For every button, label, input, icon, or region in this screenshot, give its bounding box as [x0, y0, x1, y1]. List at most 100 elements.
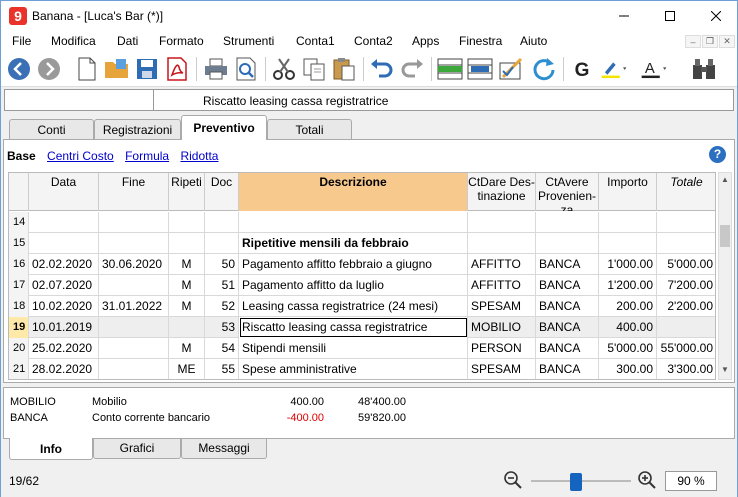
cell-descrizione[interactable]: Pagamento affitto da luglio — [239, 275, 468, 296]
tab-preventivo[interactable]: Preventivo — [181, 115, 267, 140]
cell-data[interactable]: 25.02.2020 — [29, 338, 99, 359]
scroll-up-icon[interactable]: ▲ — [720, 175, 730, 187]
cell-ctavere[interactable]: BANCA — [536, 254, 599, 275]
cell-data[interactable]: 28.02.2020 — [29, 359, 99, 379]
header-doc[interactable]: Doc — [205, 173, 239, 211]
copy-button[interactable] — [300, 55, 328, 83]
menu-aiuto[interactable]: Aiuto — [520, 34, 547, 48]
text-color-button[interactable]: A — [640, 55, 668, 83]
cell-data[interactable] — [29, 233, 99, 254]
cell-descrizione[interactable]: Ripetitive mensili da febbraio — [239, 233, 468, 254]
cell-ripeti[interactable] — [169, 233, 205, 254]
table-row[interactable]: 20 25.02.2020 M 54 Stipendi mensili PERSON BAN… — [9, 338, 715, 359]
row-number[interactable]: 14 — [9, 212, 29, 233]
tab-conti[interactable]: Conti — [9, 119, 94, 139]
cell-fine[interactable] — [99, 359, 169, 379]
cell-doc[interactable]: 50 — [205, 254, 239, 275]
row-number[interactable]: 15 — [9, 233, 29, 254]
header-ctavere[interactable]: CtAvere Provenien- za — [536, 173, 599, 211]
cell-descrizione[interactable]: Pagamento affitto febbraio a giugno — [239, 254, 468, 275]
cell-totale[interactable]: 2'200.00 — [657, 296, 715, 317]
menu-strumenti[interactable]: Strumenti — [223, 34, 274, 48]
tab-messaggi[interactable]: Messaggi — [181, 439, 267, 459]
cell-totale[interactable] — [657, 212, 715, 233]
save-button[interactable] — [133, 55, 161, 83]
row-number[interactable]: 19 — [9, 317, 29, 338]
menu-finestra[interactable]: Finestra — [459, 34, 502, 48]
menu-conta1[interactable]: Conta1 — [296, 34, 335, 48]
pdf-button[interactable] — [163, 55, 191, 83]
menu-formato[interactable]: Formato — [159, 34, 204, 48]
tools-button[interactable] — [690, 55, 718, 83]
menu-modifica[interactable]: Modifica — [51, 34, 96, 48]
header-descrizione[interactable]: Descrizione — [239, 173, 468, 211]
cell-ctavere[interactable]: BANCA — [536, 275, 599, 296]
bold-button[interactable]: G — [568, 55, 596, 83]
cell-importo[interactable]: 1'200.00 — [599, 275, 657, 296]
cell-ctdare[interactable]: AFFITTO — [468, 275, 536, 296]
cell-ripeti[interactable] — [169, 317, 205, 338]
scroll-down-icon[interactable]: ▼ — [720, 365, 730, 377]
row-number[interactable]: 17 — [9, 275, 29, 296]
menu-file[interactable]: File — [12, 34, 31, 48]
paste-button[interactable] — [330, 55, 358, 83]
back-button[interactable] — [5, 55, 33, 83]
tab-grafici[interactable]: Grafici — [93, 439, 181, 459]
cell-fine[interactable] — [99, 275, 169, 296]
cell-data[interactable]: 02.07.2020 — [29, 275, 99, 296]
cell-ripeti[interactable] — [169, 212, 205, 233]
mdi-minimize-button[interactable]: – — [685, 35, 701, 48]
zoom-out-icon[interactable] — [504, 471, 522, 489]
zoom-slider-thumb[interactable] — [570, 473, 582, 491]
row-number[interactable]: 16 — [9, 254, 29, 275]
view-centri-costo[interactable]: Centri Costo — [47, 149, 114, 163]
view-ridotta[interactable]: Ridotta — [180, 149, 218, 163]
menu-conta2[interactable]: Conta2 — [354, 34, 393, 48]
help-icon[interactable]: ? — [709, 146, 726, 163]
print-button[interactable] — [202, 55, 230, 83]
redo-button[interactable] — [398, 55, 426, 83]
cell-doc[interactable] — [205, 233, 239, 254]
cell-totale[interactable] — [657, 233, 715, 254]
add-rows-button[interactable] — [436, 55, 464, 83]
cell-fine[interactable] — [99, 338, 169, 359]
cell-totale[interactable]: 5'000.00 — [657, 254, 715, 275]
cell-descrizione[interactable]: Spese amministrative — [239, 359, 468, 379]
cut-button[interactable] — [270, 55, 298, 83]
cell-data[interactable] — [29, 212, 99, 233]
cell-doc[interactable]: 52 — [205, 296, 239, 317]
tab-totali[interactable]: Totali — [267, 119, 352, 139]
maximize-button[interactable] — [647, 1, 693, 31]
zoom-level-field[interactable]: 90 % — [665, 471, 717, 491]
tab-info[interactable]: Info — [9, 438, 93, 460]
cell-ctdare[interactable] — [468, 212, 536, 233]
mdi-close-button[interactable]: ✕ — [719, 35, 735, 48]
cell-importo[interactable] — [599, 233, 657, 254]
cell-ctavere[interactable]: BANCA — [536, 338, 599, 359]
table-row[interactable]: 16 02.02.2020 30.06.2020 M 50 Pagamento affit… — [9, 254, 715, 275]
header-ripeti[interactable]: Ripeti — [169, 173, 205, 211]
cell-doc[interactable]: 53 — [205, 317, 239, 338]
cell-fine[interactable]: 31.01.2022 — [99, 296, 169, 317]
cell-importo[interactable]: 1'000.00 — [599, 254, 657, 275]
table-row[interactable]: 19 10.01.2019 53 Riscatto leasing cassa reg… — [9, 317, 715, 338]
zoom-in-icon[interactable] — [638, 471, 656, 489]
cell-ripeti[interactable]: ME — [169, 359, 205, 379]
header-importo[interactable]: Importo — [599, 173, 657, 211]
tab-registrazioni[interactable]: Registrazioni — [94, 119, 181, 139]
cell-ctavere[interactable]: BANCA — [536, 359, 599, 379]
cell-descrizione[interactable] — [239, 212, 468, 233]
highlight-color-button[interactable] — [600, 55, 628, 83]
cell-descrizione[interactable]: Stipendi mensili — [239, 338, 468, 359]
cell-doc[interactable]: 55 — [205, 359, 239, 379]
cell-totale[interactable] — [657, 317, 715, 338]
cell-data[interactable]: 10.01.2019 — [29, 317, 99, 338]
table-row[interactable]: 17 02.07.2020 M 51 Pagamento affitto da lugl… — [9, 275, 715, 296]
cell-descrizione[interactable]: Riscatto leasing cassa registratrice — [239, 317, 468, 338]
cell-ctdare[interactable] — [468, 233, 536, 254]
vertical-scrollbar[interactable]: ▲ ▼ — [718, 172, 732, 380]
cell-doc[interactable]: 54 — [205, 338, 239, 359]
row-number[interactable]: 21 — [9, 359, 29, 379]
header-fine[interactable]: Fine — [99, 173, 169, 211]
cell-importo[interactable]: 5'000.00 — [599, 338, 657, 359]
